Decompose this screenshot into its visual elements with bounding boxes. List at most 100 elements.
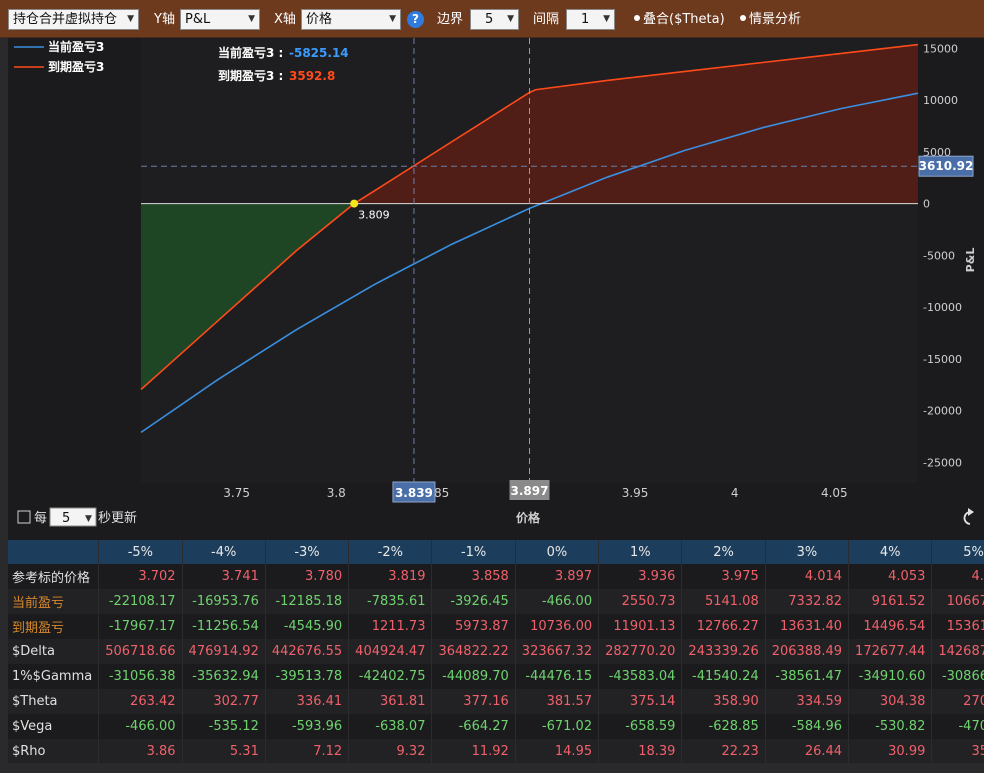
table-cell: -16953.76: [182, 589, 266, 614]
table-row: $Delta 506718.66 476914.92 442676.55 404924.…: [8, 639, 984, 664]
pnl-chart[interactable]: 当前盈亏3 到期盈亏3 当前盈亏3 : -5825.14 到期盈亏3 : 359…: [8, 38, 984, 538]
table-header-cell: -2%: [348, 540, 433, 564]
y-tick-label: -25000: [923, 456, 962, 469]
row-label: 参考标的价格: [8, 564, 100, 589]
left-edge-panel: [0, 38, 8, 773]
table-cell: 4.092: [931, 564, 984, 589]
x-axis-select-value: 价格: [306, 12, 333, 27]
y-axis-select[interactable]: P&L ▼: [180, 9, 260, 30]
table-header-cell: 2%: [681, 540, 766, 564]
scenario-analysis-label: 情景分析: [749, 12, 802, 27]
table-cell: 4.053: [848, 564, 933, 589]
table-cell: -44476.15: [515, 664, 600, 689]
radio-dot-icon: [740, 15, 746, 21]
bottom-bar: [0, 763, 984, 773]
table-cell: -628.85: [681, 714, 766, 739]
table-cell: 336.41: [265, 689, 350, 714]
legend-panel: [8, 38, 141, 538]
table-cell: 18.39: [598, 739, 683, 764]
mode-select-value: 持仓合并虚拟持仓: [13, 12, 118, 27]
table-cell: 3.897: [515, 564, 600, 589]
table-cell: 2550.73: [598, 589, 683, 614]
table-row: $Theta 263.42 302.77 336.41 361.81 377.16 381.…: [8, 689, 984, 714]
table-cell: 14496.54: [848, 614, 933, 639]
table-cell: 442676.55: [265, 639, 350, 664]
table-cell: -466.00: [515, 589, 600, 614]
table-cell: 3.780: [265, 564, 350, 589]
table-cell: 381.57: [515, 689, 600, 714]
scenario-analysis-option[interactable]: 情景分析: [740, 9, 801, 30]
help-icon[interactable]: ?: [407, 11, 424, 28]
row-label: $Vega: [8, 714, 100, 739]
table-cell: 243339.26: [681, 639, 766, 664]
table-cell: 302.77: [182, 689, 266, 714]
table-cell: -38561.47: [765, 664, 850, 689]
table-cell: 3.86: [98, 739, 183, 764]
table-cell: -593.96: [265, 714, 350, 739]
x-tick-label: 4.05: [821, 486, 848, 500]
table-cell: -3926.45: [431, 589, 516, 614]
table-cell: 10667.55: [931, 589, 984, 614]
table-cell: -658.59: [598, 714, 683, 739]
y-axis-title: P&L: [964, 248, 977, 273]
x-axis-select[interactable]: 价格 ▼: [301, 9, 401, 30]
y-tick-label: -15000: [923, 353, 962, 366]
chevron-down-icon: ▼: [248, 14, 255, 24]
table-cell: 5.31: [182, 739, 266, 764]
table-row: 到期盈亏 -17967.17 -11256.54 -4545.90 1211.73 597…: [8, 614, 984, 639]
table-cell: 26.44: [765, 739, 850, 764]
table-cell: 11.92: [431, 739, 516, 764]
table-cell: -671.02: [515, 714, 600, 739]
table-header-row: -5% -4% -3% -2% -1% 0% 1% 2% 3% 4% 5%: [8, 540, 984, 564]
table-header-cell: -3%: [265, 540, 350, 564]
table-cell: 35.84: [931, 739, 984, 764]
row-label: $Rho: [8, 739, 100, 764]
table-cell: -584.96: [765, 714, 850, 739]
y-tick-label: 10000: [923, 94, 958, 107]
chevron-down-icon: ▼: [507, 14, 514, 24]
boundary-select-value: 5: [485, 12, 494, 27]
refresh-every-label: 每: [34, 510, 47, 526]
table-cell: -42402.75: [348, 664, 433, 689]
boundary-label: 边界: [437, 12, 464, 27]
overlay-theta-option[interactable]: 叠合($Theta): [634, 9, 725, 30]
chevron-down-icon: ▼: [127, 14, 134, 24]
breakeven-point[interactable]: [350, 199, 359, 208]
table-cell: -30866.16: [931, 664, 984, 689]
interval-label: 间隔: [533, 12, 560, 27]
table-cell: 10736.00: [515, 614, 600, 639]
toolbar: 持仓合并虚拟持仓 ▼ Y轴 P&L ▼ X轴 价格 ▼ ? 边界 5 ▼ 间隔 …: [0, 0, 984, 38]
table-cell: 4.014: [765, 564, 850, 589]
table-header-corner: [8, 540, 100, 564]
table-cell: -34910.60: [848, 664, 933, 689]
table-header-cell: -4%: [182, 540, 266, 564]
readout-current-label: 当前盈亏3 :: [218, 45, 283, 60]
refresh-seconds-value: 5: [62, 511, 70, 526]
spot-price-tag-label: 3.897: [511, 484, 549, 498]
table-cell: -664.27: [431, 714, 516, 739]
table-cell: 361.81: [348, 689, 433, 714]
x-tick-label: 3.95: [622, 486, 649, 500]
table-header-cell: -1%: [431, 540, 516, 564]
y-tick-label: -10000: [923, 301, 962, 314]
scenario-table: -5% -4% -3% -2% -1% 0% 1% 2% 3% 4% 5% 参考标的价格 3.702 3…: [8, 540, 984, 764]
table-cell: 30.99: [848, 739, 933, 764]
table-cell: -466.00: [98, 714, 183, 739]
mode-select[interactable]: 持仓合并虚拟持仓 ▼: [8, 9, 139, 30]
pnl-chart-svg: 当前盈亏3 到期盈亏3 当前盈亏3 : -5825.14 到期盈亏3 : 359…: [8, 38, 977, 538]
legend-expiry-label[interactable]: 到期盈亏3: [48, 59, 104, 74]
row-label: 当前盈亏: [8, 589, 100, 614]
table-cell: 304.38: [848, 689, 933, 714]
table-cell: 9161.52: [848, 589, 933, 614]
table-cell: 404924.47: [348, 639, 433, 664]
reset-zoom-icon[interactable]: [963, 508, 974, 525]
table-header-cell: 5%: [931, 540, 984, 564]
table-cell: 14.95: [515, 739, 600, 764]
table-cell: 3.936: [598, 564, 683, 589]
boundary-select[interactable]: 5 ▼: [470, 9, 519, 30]
cursor-x-tag-label: 3.839: [395, 486, 433, 500]
y-axis-label: Y轴: [154, 12, 175, 27]
chevron-down-icon: ▼: [389, 14, 396, 24]
legend-current-label[interactable]: 当前盈亏3: [48, 39, 104, 54]
interval-select[interactable]: 1 ▼: [566, 9, 615, 30]
